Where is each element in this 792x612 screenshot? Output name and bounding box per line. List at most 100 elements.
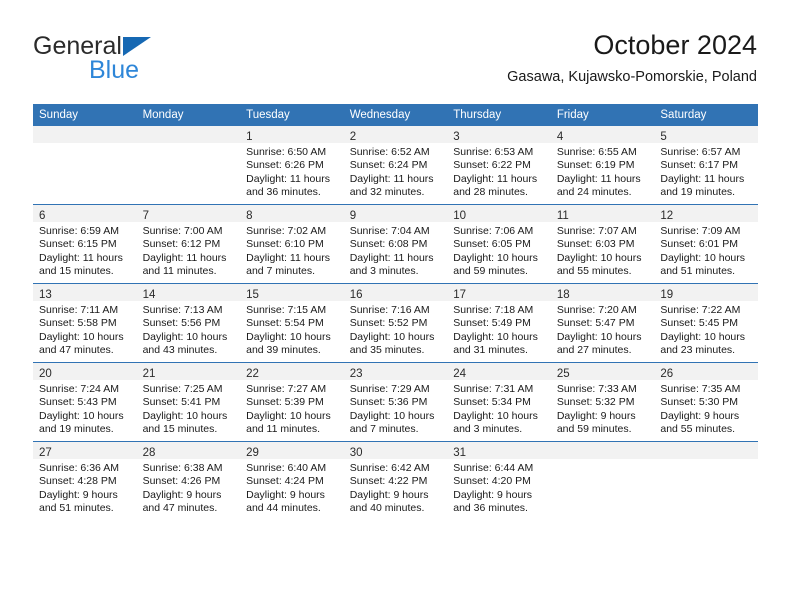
calendar-week-row: 13 Sunrise: 7:11 AM Sunset: 5:58 PM Dayligh…: [33, 283, 758, 363]
calendar-day-cell[interactable]: 20 Sunrise: 7:24 AM Sunset: 5:43 PM Dayligh…: [33, 362, 137, 442]
day-cell-inner: 13 Sunrise: 7:11 AM Sunset: 5:58 PM Dayligh…: [33, 284, 137, 362]
sunset-time: Sunset: 6:22 PM: [453, 159, 531, 172]
calendar-day-cell[interactable]: 22 Sunrise: 7:27 AM Sunset: 5:39 PM Dayligh…: [240, 362, 344, 442]
calendar-week-row: 27 Sunrise: 6:36 AM Sunset: 4:28 PM Dayligh…: [33, 441, 758, 520]
day-cell-inner: [136, 126, 241, 204]
calendar-day-cell[interactable]: 15 Sunrise: 7:15 AM Sunset: 5:54 PM Dayligh…: [240, 283, 344, 363]
calendar-day-cell[interactable]: 3 Sunrise: 6:53 AM Sunset: 6:22 PM Daylight…: [447, 126, 551, 205]
daylight-duration-line2: and 36 minutes.: [246, 185, 321, 198]
generalblue-logo: General Blue: [33, 34, 273, 86]
calendar-day-cell[interactable]: 27 Sunrise: 6:36 AM Sunset: 4:28 PM Dayligh…: [33, 441, 137, 520]
day-cell-inner: 15 Sunrise: 7:15 AM Sunset: 5:54 PM Dayligh…: [240, 284, 344, 362]
calendar-day-cell[interactable]: 9 Sunrise: 7:04 AM Sunset: 6:08 PM Daylight…: [343, 204, 448, 284]
calendar-day-cell[interactable]: 21 Sunrise: 7:25 AM Sunset: 5:41 PM Dayligh…: [136, 362, 241, 442]
sunrise-time: Sunrise: 7:06 AM: [453, 225, 534, 237]
daylight-duration-line2: and 55 minutes.: [556, 264, 632, 277]
calendar-day-cell[interactable]: 24 Sunrise: 7:31 AM Sunset: 5:34 PM Dayligh…: [447, 362, 551, 442]
calendar-day-cell[interactable]: 30 Sunrise: 6:42 AM Sunset: 4:22 PM Dayligh…: [343, 441, 448, 520]
sunset-time: Sunset: 5:47 PM: [556, 317, 635, 330]
day-number: 13: [39, 289, 52, 301]
calendar-day-cell[interactable]: 2 Sunrise: 6:52 AM Sunset: 6:24 PM Daylight…: [343, 126, 448, 205]
sunset-time: Sunset: 5:36 PM: [349, 396, 428, 409]
calendar-day-cell[interactable]: 29 Sunrise: 6:40 AM Sunset: 4:24 PM Dayligh…: [240, 441, 344, 520]
sunset-time: Sunset: 5:30 PM: [660, 396, 739, 409]
daylight-duration-line1: Daylight: 9 hours: [246, 488, 325, 501]
sunset-time: Sunset: 4:26 PM: [142, 475, 221, 488]
day-number: 20: [39, 368, 52, 380]
daylight-duration-line1: Daylight: 10 hours: [246, 409, 331, 422]
calendar-day-cell[interactable]: 13 Sunrise: 7:11 AM Sunset: 5:58 PM Dayligh…: [33, 283, 137, 363]
day-number-band: 13: [33, 284, 137, 301]
day-number-band: [33, 126, 137, 143]
calendar-day-cell[interactable]: 17 Sunrise: 7:18 AM Sunset: 5:49 PM Dayligh…: [447, 283, 551, 363]
calendar-day-cell[interactable]: 18 Sunrise: 7:20 AM Sunset: 5:47 PM Dayligh…: [550, 283, 655, 363]
logo-text-blue: Blue: [89, 56, 140, 84]
sunrise-time: Sunrise: 7:31 AM: [453, 383, 534, 395]
day-number: 5: [660, 131, 667, 143]
sunrise-time: Sunrise: 7:35 AM: [660, 383, 741, 395]
page-subtitle: Gasawa, Kujawsko-Pomorskie, Poland: [507, 69, 757, 85]
day-number: 8: [246, 210, 253, 222]
calendar-day-cell[interactable]: 19 Sunrise: 7:22 AM Sunset: 5:45 PM Dayligh…: [654, 283, 758, 363]
calendar-day-cell[interactable]: 14 Sunrise: 7:13 AM Sunset: 5:56 PM Dayligh…: [136, 283, 241, 363]
sunrise-time: Sunrise: 7:13 AM: [142, 304, 223, 316]
weekday-thursday: Thursday: [447, 104, 551, 126]
day-details: Sunrise: 7:33 AM Sunset: 5:32 PM Daylight:…: [551, 380, 655, 436]
daylight-duration-line1: Daylight: 10 hours: [142, 409, 228, 422]
daylight-duration-line1: Daylight: 10 hours: [660, 251, 746, 264]
day-number: 21: [142, 368, 156, 380]
sunset-time: Sunset: 5:45 PM: [660, 317, 739, 330]
sunrise-time: Sunrise: 7:29 AM: [349, 383, 430, 395]
day-details: Sunrise: 6:52 AM Sunset: 6:24 PM Daylight:…: [344, 143, 448, 199]
calendar-day-cell[interactable]: 26 Sunrise: 7:35 AM Sunset: 5:30 PM Dayligh…: [654, 362, 758, 442]
sunrise-time: Sunrise: 7:22 AM: [660, 304, 741, 316]
day-number-band: 24: [447, 363, 551, 380]
day-cell-inner: 6 Sunrise: 6:59 AM Sunset: 6:15 PM Daylight…: [33, 205, 137, 283]
daylight-duration-line1: Daylight: 9 hours: [660, 409, 740, 422]
day-cell-inner: 5 Sunrise: 6:57 AM Sunset: 6:17 PM Daylight…: [654, 126, 758, 204]
daylight-duration-line2: and 55 minutes.: [660, 422, 736, 435]
daylight-duration-line2: and 28 minutes.: [453, 185, 528, 198]
calendar-day-cell[interactable]: 28 Sunrise: 6:38 AM Sunset: 4:26 PM Dayligh…: [136, 441, 241, 520]
daylight-duration-line1: Daylight: 9 hours: [39, 488, 118, 501]
calendar-day-cell[interactable]: 16 Sunrise: 7:16 AM Sunset: 5:52 PM Dayligh…: [343, 283, 448, 363]
sunset-time: Sunset: 6:19 PM: [556, 159, 635, 172]
daylight-duration-line2: and 23 minutes.: [660, 343, 736, 356]
calendar-day-cell[interactable]: 23 Sunrise: 7:29 AM Sunset: 5:36 PM Dayligh…: [343, 362, 448, 442]
calendar-header-row: Sunday Monday Tuesday Wednesday Thursday…: [33, 104, 758, 126]
sunset-time: Sunset: 5:49 PM: [453, 317, 531, 330]
sunset-time: Sunset: 6:08 PM: [349, 238, 428, 251]
day-number: 30: [349, 447, 363, 459]
day-number: 17: [453, 289, 467, 301]
calendar-day-cell[interactable]: 12 Sunrise: 7:09 AM Sunset: 6:01 PM Dayligh…: [654, 204, 758, 284]
sunset-time: Sunset: 5:34 PM: [453, 396, 531, 409]
day-number: 29: [246, 447, 259, 459]
calendar-day-cell[interactable]: 31 Sunrise: 6:44 AM Sunset: 4:20 PM Dayligh…: [447, 441, 551, 520]
day-number: 25: [556, 368, 570, 380]
day-number: 26: [660, 368, 674, 380]
daylight-duration-line1: Daylight: 11 hours: [349, 251, 434, 264]
daylight-duration-line1: Daylight: 10 hours: [39, 409, 124, 422]
calendar-day-cell[interactable]: 10 Sunrise: 7:06 AM Sunset: 6:05 PM Dayligh…: [447, 204, 551, 284]
day-number-band: 3: [447, 126, 551, 143]
calendar-day-cell[interactable]: 5 Sunrise: 6:57 AM Sunset: 6:17 PM Daylight…: [654, 126, 758, 205]
day-number-band: [550, 442, 655, 459]
calendar-day-cell[interactable]: 25 Sunrise: 7:33 AM Sunset: 5:32 PM Dayligh…: [550, 362, 655, 442]
calendar-day-cell[interactable]: 11 Sunrise: 7:07 AM Sunset: 6:03 PM Dayligh…: [550, 204, 655, 284]
day-number-band: 11: [550, 205, 655, 222]
day-number-band: [654, 442, 758, 459]
daylight-duration-line2: and 44 minutes.: [246, 501, 321, 514]
calendar-day-cell[interactable]: 4 Sunrise: 6:55 AM Sunset: 6:19 PM Daylight…: [550, 126, 655, 205]
sunset-time: Sunset: 4:28 PM: [39, 475, 117, 488]
day-details: Sunrise: 7:04 AM Sunset: 6:08 PM Daylight:…: [344, 222, 448, 278]
day-number-band: 28: [136, 442, 241, 459]
calendar-day-cell-empty: [136, 126, 241, 205]
calendar-day-cell[interactable]: 1 Sunrise: 6:50 AM Sunset: 6:26 PM Daylight…: [240, 126, 344, 205]
calendar-day-cell[interactable]: 6 Sunrise: 6:59 AM Sunset: 6:15 PM Daylight…: [33, 204, 137, 284]
weekday-saturday: Saturday: [654, 104, 758, 126]
sunset-time: Sunset: 6:01 PM: [660, 238, 739, 251]
sunset-time: Sunset: 5:54 PM: [246, 317, 324, 330]
day-details: Sunrise: 7:25 AM Sunset: 5:41 PM Daylight:…: [137, 380, 241, 436]
calendar-day-cell[interactable]: 7 Sunrise: 7:00 AM Sunset: 6:12 PM Daylight…: [136, 204, 241, 284]
calendar-day-cell[interactable]: 8 Sunrise: 7:02 AM Sunset: 6:10 PM Daylight…: [240, 204, 344, 284]
